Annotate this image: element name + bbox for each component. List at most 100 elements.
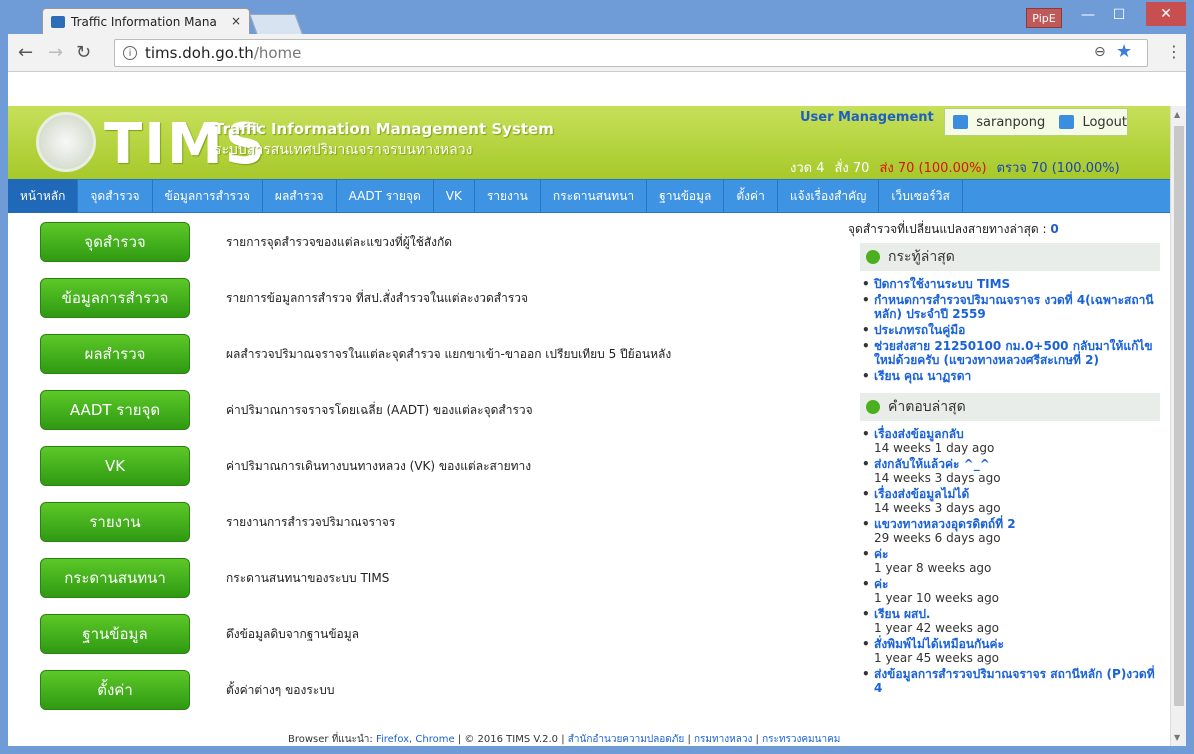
url-host: tims.doh.go.th [145, 44, 254, 62]
zoom-icon[interactable]: ⊖ [1094, 44, 1106, 60]
topics-list: ปิดการใช้งานระบบ TIMS กำหนดการสำรวจปริมาณ… [846, 277, 1166, 383]
menu-row: AADT รายจุด ค่าปริมาณการจราจรโดยเฉลี่ย (A… [40, 390, 533, 430]
scroll-up-icon[interactable]: ▲ [1174, 110, 1180, 119]
title-bar: Traffic Information Mana × PipE — ☐ ✕ [8, 0, 1186, 34]
nav-item[interactable]: AADT รายจุด [337, 179, 434, 213]
menu-description: ดึงข้อมูลดิบจากฐานข้อมูล [226, 626, 360, 641]
tab-close-icon[interactable]: × [231, 14, 241, 28]
footer-browsers-link[interactable]: Firefox, Chrome [376, 734, 455, 745]
back-icon[interactable]: ← [18, 42, 33, 63]
topic-link[interactable]: เรียน คุณ นาฏรดา [862, 369, 1166, 383]
menu-row: กระดานสนทนา กระดานสนทนาของระบบ TIMS [40, 558, 389, 598]
user-management-link[interactable]: User Management [800, 110, 934, 125]
site-title-th: ระบบสารสนเทศปริมาณจราจรบนทางหลวง [214, 142, 473, 158]
reply-title[interactable]: ส่งกลับให้แล้วค่ะ ^_^ [874, 457, 990, 471]
nav-item[interactable]: ผลสำรวจ [263, 179, 337, 213]
footer-link-1[interactable]: สำนักอำนวยความปลอดภัย [568, 734, 684, 745]
topic-link[interactable]: ช่วยส่งสาย 21250100 กม.0+500 กลับมาให้แก… [862, 339, 1166, 367]
menu-description: ค่าปริมาณการจราจรโดยเฉลี่ย (AADT) ของแต่… [226, 402, 533, 417]
reply-item[interactable]: แขวงทางหลวงอุดรดิตถ์ที่ 229 weeks 6 days… [862, 517, 1166, 545]
menu-description: ผลสำรวจปริมาณจราจรในแต่ละจุดสำรวจ แยกขาเ… [226, 346, 672, 361]
reply-time: 1 year 45 weeks ago [874, 651, 1000, 665]
minimize-icon[interactable]: — [1073, 4, 1103, 26]
menu-description: รายการข้อมูลการสำรวจ ที่สป.สั่งสำรวจในแต… [226, 290, 529, 305]
reply-item[interactable]: เรื่องส่งข้อมูลกลับ14 weeks 1 day ago [862, 427, 1166, 455]
footer-sep: | [755, 734, 759, 745]
reply-title[interactable]: เรื่องส่งข้อมูลไม่ได้ [874, 487, 969, 501]
changed-count[interactable]: 0 [1050, 222, 1058, 236]
topics-title: กระทู้ล่าสุด [888, 249, 955, 265]
menu-button[interactable]: จุดสำรวจ [40, 222, 190, 262]
menu-button[interactable]: AADT รายจุด [40, 390, 190, 430]
menu-button[interactable]: ข้อมูลการสำรวจ [40, 278, 190, 318]
reply-item[interactable]: สั่งพิมพ์ไม่ได้เหมือนกันค่ะ1 year 45 wee… [862, 637, 1166, 665]
footer-sep: | [687, 734, 691, 745]
info-icon[interactable]: i [123, 46, 137, 60]
menu-button[interactable]: ฐานข้อมูล [40, 614, 190, 654]
reply-item[interactable]: ส่งกลับให้แล้วค่ะ ^_^14 weeks 3 days ago [862, 457, 1166, 485]
reload-icon[interactable]: ↻ [76, 42, 91, 63]
nav-item[interactable]: เว็บเซอร์วิส [879, 179, 963, 213]
close-icon[interactable]: ✕ [1146, 2, 1186, 26]
nav-item[interactable]: กระดานสนทนา [541, 179, 648, 213]
nav-item[interactable]: จุดสำรวจ [78, 179, 153, 213]
address-bar[interactable]: i tims.doh.go.th/home [114, 39, 1148, 67]
reply-item[interactable]: เรียน ผสป.1 year 42 weeks ago [862, 607, 1166, 635]
scroll-down-icon[interactable]: ▼ [1174, 733, 1180, 742]
bookmark-star-icon[interactable]: ★ [1116, 41, 1132, 62]
nav-item[interactable]: แจ้งเรื่องสำคัญ [778, 179, 880, 213]
nav-item[interactable]: ตั้งค่า [724, 179, 778, 213]
reply-item[interactable]: ค่ะ1 year 10 weeks ago [862, 577, 1166, 605]
menu-description: ตั้งค่าต่างๆ ของระบบ [226, 682, 335, 697]
scroll-thumb[interactable] [1174, 126, 1184, 706]
menu-button[interactable]: ตั้งค่า [40, 670, 190, 710]
topics-header: กระทู้ล่าสุด [860, 243, 1160, 271]
browser-menu-icon[interactable]: ⋮ [1166, 42, 1182, 61]
reply-time: 1 year 42 weeks ago [874, 621, 1000, 635]
tab-title: Traffic Information Mana [71, 14, 217, 29]
reply-title[interactable]: ส่งข้อมูลการสำรวจปริมาณจราจร สถานีหลัก (… [874, 667, 1155, 695]
reply-title[interactable]: สั่งพิมพ์ไม่ได้เหมือนกันค่ะ [874, 637, 1004, 651]
reply-title[interactable]: ค่ะ [874, 547, 888, 561]
stat-ordered: สั่ง 70 [834, 161, 870, 176]
menu-row: ผลสำรวจ ผลสำรวจปริมาณจราจรในแต่ละจุดสำรวจ… [40, 334, 671, 374]
forward-icon[interactable]: → [48, 42, 63, 63]
reply-title[interactable]: แขวงทางหลวงอุดรดิตถ์ที่ 2 [874, 517, 1016, 531]
scrollbar[interactable]: ▲ ▼ [1170, 106, 1186, 746]
topic-link[interactable]: กำหนดการสำรวจปริมาณจราจร งวดที่ 4(เฉพาะส… [862, 293, 1166, 321]
favicon-icon [51, 15, 65, 28]
user-box: saranpong Logout [944, 108, 1128, 136]
username[interactable]: saranpong [976, 115, 1045, 130]
reply-title[interactable]: ค่ะ [874, 577, 888, 591]
nav-item[interactable]: ข้อมูลการสำรวจ [153, 179, 263, 213]
browser-tab[interactable]: Traffic Information Mana × [42, 8, 250, 34]
footer-link-2[interactable]: กรมทางหลวง [694, 734, 752, 745]
nav-item[interactable]: ฐานข้อมูล [647, 179, 725, 213]
reply-title[interactable]: เรียน ผสป. [874, 607, 931, 621]
changed-points: จุดสำรวจที่เปลี่ยนแปลงสายทางล่าสุด : 0 [848, 220, 1166, 239]
nav-item[interactable]: รายงาน [475, 179, 541, 213]
profile-badge[interactable]: PipE [1026, 8, 1062, 28]
changed-label: จุดสำรวจที่เปลี่ยนแปลงสายทางล่าสุด : [848, 222, 1047, 236]
footer-link-3[interactable]: กระทรวงคมนาคม [762, 734, 840, 745]
reply-item[interactable]: ค่ะ1 year 8 weeks ago [862, 547, 1166, 575]
nav-item[interactable]: หน้าหลัก [8, 179, 79, 213]
reply-item[interactable]: เรื่องส่งข้อมูลไม่ได้14 weeks 3 days ago [862, 487, 1166, 515]
new-tab-button[interactable] [249, 14, 303, 34]
reply-item[interactable]: ส่งข้อมูลการสำรวจปริมาณจราจร สถานีหลัก (… [862, 667, 1166, 695]
nav-item[interactable]: VK [434, 179, 475, 213]
menu-button[interactable]: ผลสำรวจ [40, 334, 190, 374]
reply-title[interactable]: เรื่องส่งข้อมูลกลับ [874, 427, 964, 441]
menu-description: กระดานสนทนาของระบบ TIMS [226, 570, 390, 585]
topic-link[interactable]: ประเภทรถในคู่มือ [862, 323, 1166, 337]
url-path: /home [253, 44, 302, 62]
menu-button[interactable]: กระดานสนทนา [40, 558, 190, 598]
maximize-icon[interactable]: ☐ [1104, 4, 1134, 26]
logout-link[interactable]: Logout [1082, 115, 1127, 130]
menu-button[interactable]: VK [40, 446, 190, 486]
site-header: TIMS Traffic Information Management Syst… [8, 106, 1170, 179]
menu-row: ข้อมูลการสำรวจ รายการข้อมูลการสำรวจ ที่สป… [40, 278, 528, 318]
topic-link[interactable]: ปิดการใช้งานระบบ TIMS [862, 277, 1166, 291]
menu-description: รายงานการสำรวจปริมาณจราจร [226, 514, 396, 529]
menu-button[interactable]: รายงาน [40, 502, 190, 542]
